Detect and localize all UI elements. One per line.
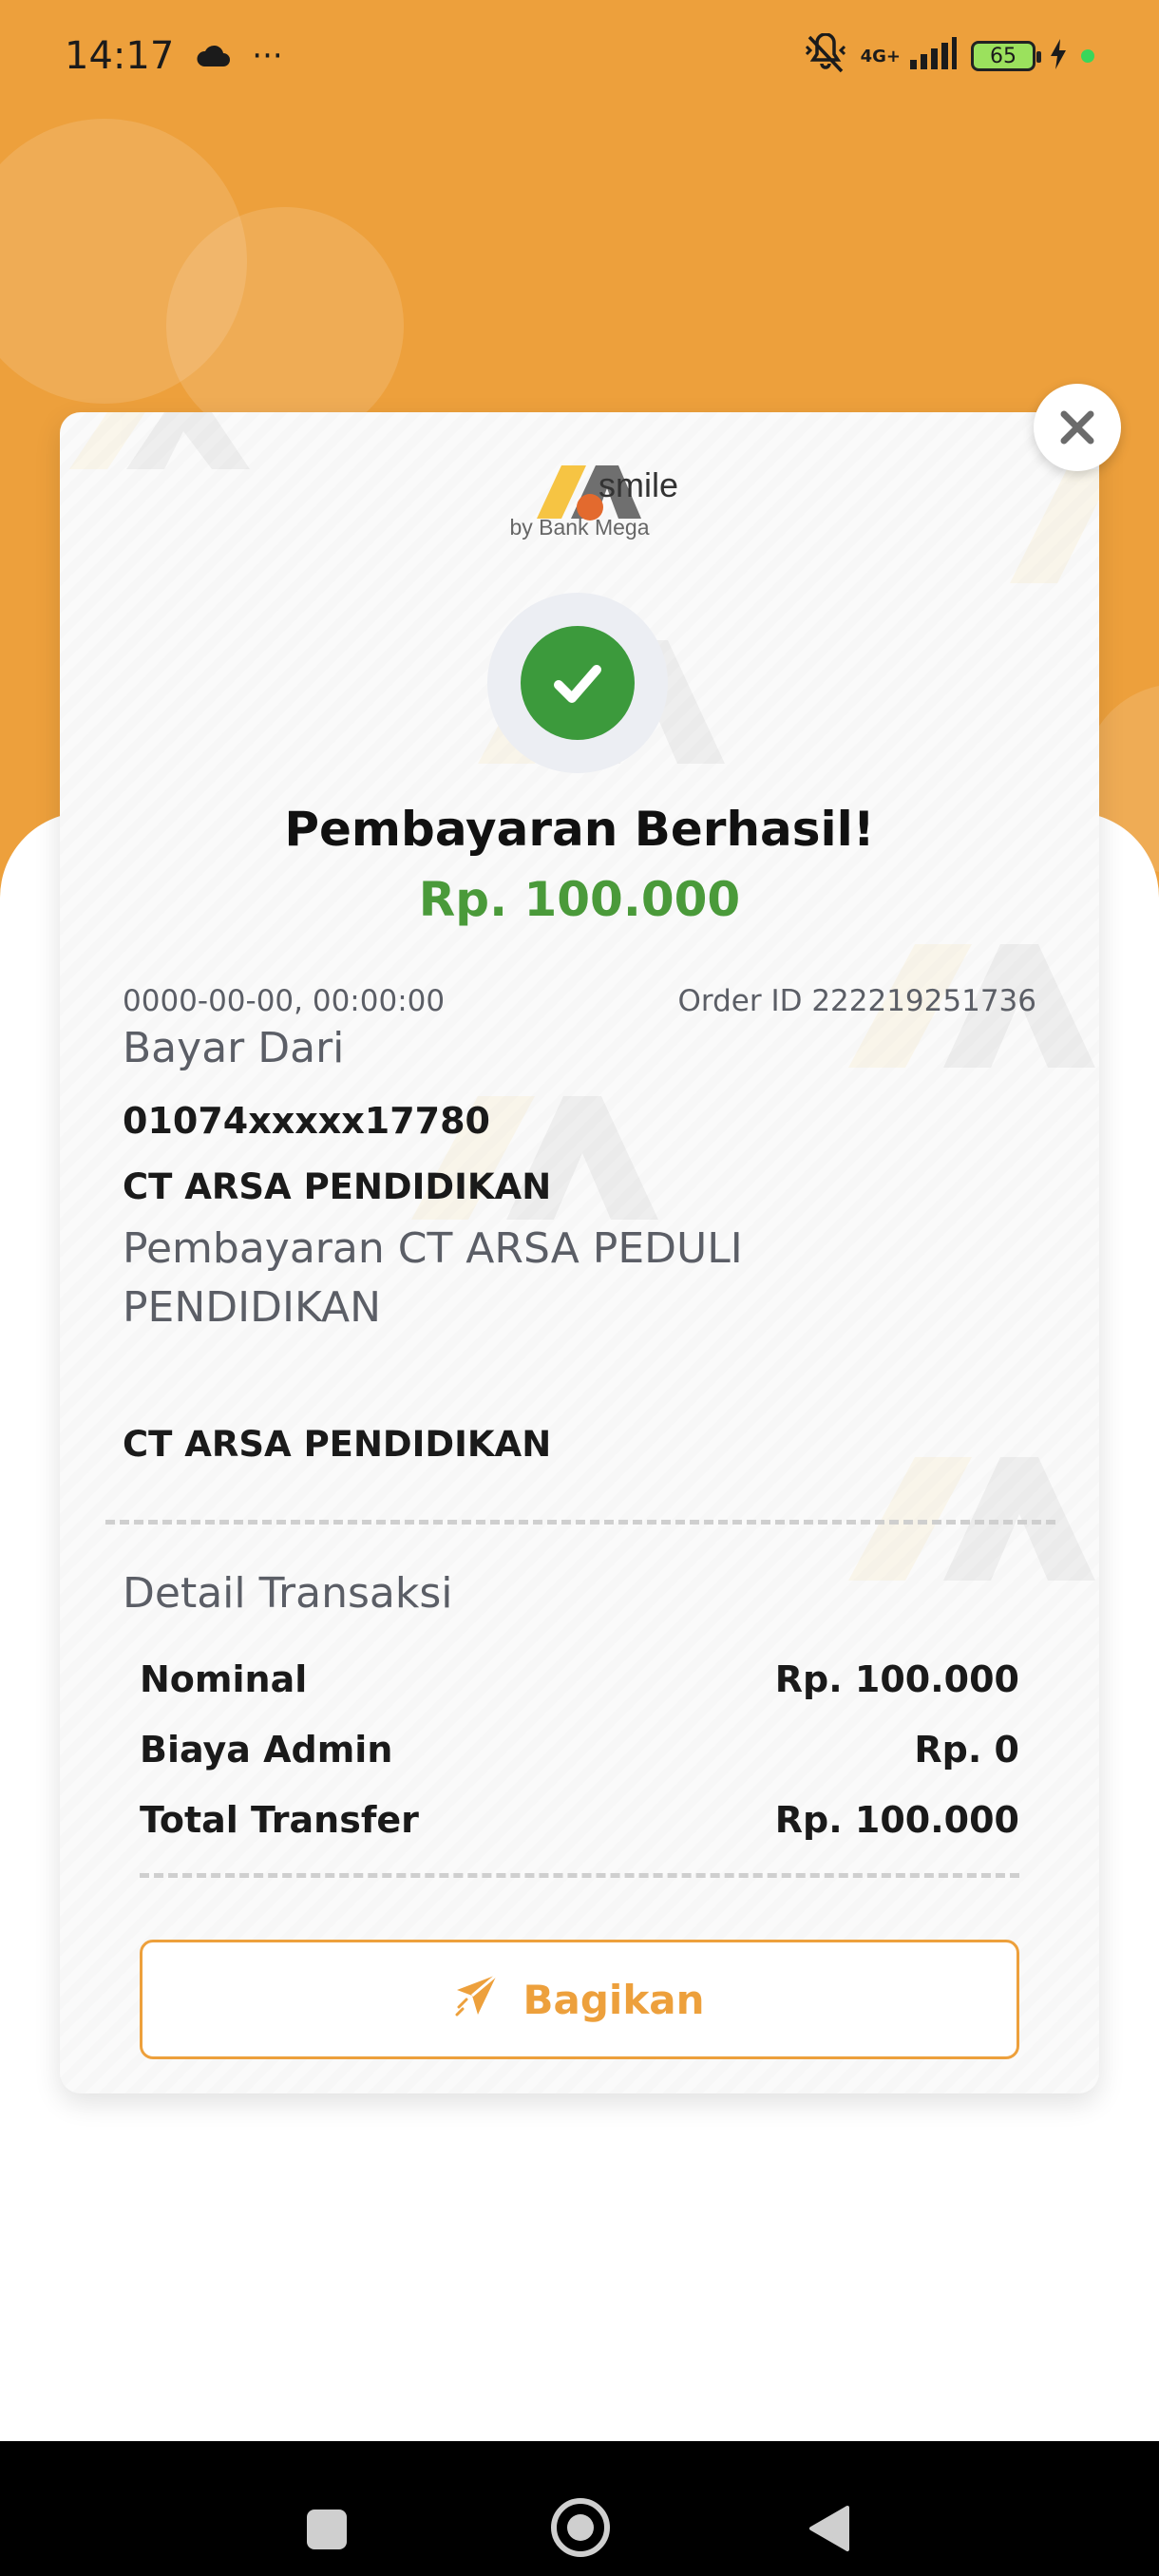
- close-icon: [1060, 410, 1094, 445]
- payment-description: Pembayaran CT ARSA PEDULI PENDIDIKAN: [123, 1224, 743, 1332]
- order-id: Order ID 222219251736: [677, 984, 1037, 1018]
- decor-bubble: [166, 207, 404, 445]
- payment-amount: Rp. 100.000: [418, 872, 741, 927]
- signal-icon: [908, 37, 958, 75]
- watermark-logo: [69, 412, 250, 469]
- network-type-label: 4G+: [860, 46, 901, 66]
- battery-icon: 65: [971, 41, 1041, 71]
- source-account-number: 01074xxxxx17780: [123, 1100, 490, 1142]
- detail-label: Total Transfer: [140, 1799, 419, 1841]
- success-check-icon: [521, 626, 635, 740]
- status-bar: 14:17 ··· 4G+ 65: [0, 0, 1159, 112]
- success-badge: [487, 593, 668, 773]
- merchant-name-secondary: CT ARSA PENDIDIKAN: [123, 1424, 552, 1465]
- cloud-icon: [195, 34, 231, 78]
- detail-value: Rp. 0: [914, 1729, 1019, 1771]
- detail-row-admin-fee: Biaya Admin Rp. 0: [140, 1729, 1019, 1771]
- brand-wordmark: smile: [598, 465, 679, 504]
- page-title: Pembayaran Berhasil!: [284, 802, 875, 857]
- divider: [105, 1520, 1055, 1525]
- share-button-label: Bagikan: [522, 1976, 705, 2023]
- more-notifications-icon: ···: [252, 37, 283, 75]
- privacy-indicator-dot: [1081, 49, 1094, 63]
- detail-label: Biaya Admin: [140, 1729, 393, 1771]
- receipt-card: smile by Bank Mega Pembayaran Berhasil! …: [60, 412, 1099, 2093]
- detail-value: Rp. 100.000: [774, 1799, 1019, 1841]
- charging-icon: [1049, 39, 1068, 73]
- recent-apps-button[interactable]: [307, 2510, 347, 2549]
- mute-icon: [804, 32, 847, 79]
- source-label: Bayar Dari: [123, 1024, 345, 1072]
- share-button[interactable]: Bagikan: [140, 1940, 1019, 2059]
- detail-section-title: Detail Transaksi: [123, 1569, 453, 1618]
- brand-subtitle: by Bank Mega: [509, 515, 650, 540]
- close-button[interactable]: [1034, 384, 1121, 471]
- status-time: 14:17: [65, 34, 175, 78]
- transaction-datetime: 0000-00-00, 00:00:00: [123, 984, 446, 1018]
- watermark-logo: [848, 1457, 1095, 1581]
- battery-level: 65: [990, 44, 1016, 68]
- system-nav-bar: [0, 2441, 1159, 2576]
- back-button[interactable]: [808, 2504, 851, 2553]
- home-button[interactable]: [551, 2498, 610, 2557]
- detail-row-nominal: Nominal Rp. 100.000: [140, 1658, 1019, 1700]
- detail-row-total: Total Transfer Rp. 100.000: [140, 1799, 1019, 1841]
- divider: [140, 1873, 1019, 1878]
- merchant-name: CT ARSA PENDIDIKAN: [123, 1166, 552, 1207]
- send-icon: [455, 1973, 499, 2026]
- detail-value: Rp. 100.000: [774, 1658, 1019, 1700]
- detail-label: Nominal: [140, 1658, 308, 1700]
